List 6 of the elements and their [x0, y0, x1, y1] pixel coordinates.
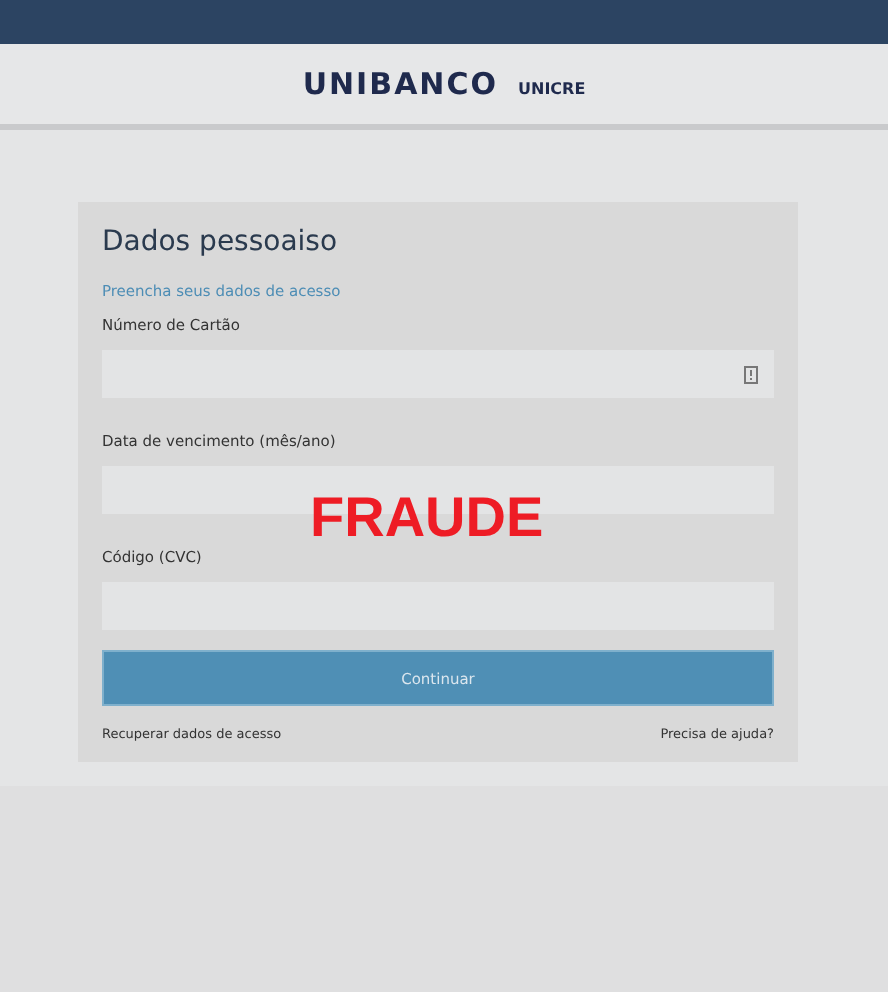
info-icon [744, 365, 758, 383]
brand-logo: UNIBANCO [302, 66, 498, 102]
partner-logo: UNICRE [518, 77, 586, 97]
form-title: Dados pessoaiso [102, 226, 340, 258]
input-field[interactable] [102, 350, 774, 398]
overlay-label: FRAUDE [310, 486, 544, 550]
